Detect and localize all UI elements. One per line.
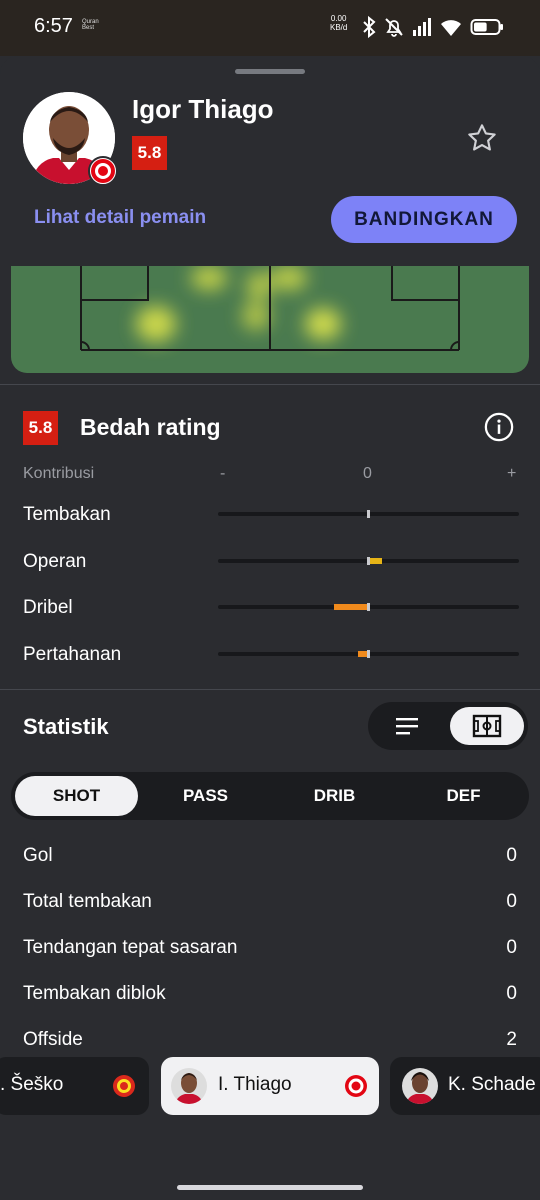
info-icon[interactable] [484, 412, 514, 442]
list-view-icon[interactable] [392, 714, 422, 738]
view-toggle [368, 702, 528, 750]
brentford-crest-icon [345, 1075, 367, 1097]
gesture-bar [177, 1185, 363, 1190]
stat-row-offside: Offside 2 [23, 1029, 517, 1059]
rating-bar-label: Operan [23, 551, 87, 572]
stat-label: Total tembakan [23, 891, 152, 912]
player-card-avatar [171, 1068, 207, 1104]
drag-handle[interactable] [235, 69, 305, 74]
stat-row-goals: Gol 0 [23, 845, 517, 875]
signal-icon [413, 18, 431, 36]
scale-plus: + [507, 465, 517, 482]
tab-drib[interactable]: DRIB [273, 776, 396, 816]
rating-bar-label: Pertahanan [23, 644, 122, 665]
net-speed: 0.00 KB/d [330, 14, 348, 32]
brentford-crest-icon [88, 156, 118, 186]
wifi-icon [441, 20, 461, 36]
player-sheet: Igor Thiago 5.8 Lihat detail pemain BAND… [0, 56, 540, 1200]
divider [0, 689, 540, 690]
heatmap-pitch [11, 266, 529, 373]
rating-bar-fill [370, 558, 382, 564]
player-card-schade[interactable]: K. Schade [390, 1057, 540, 1115]
statistics-title: Statistik [23, 714, 109, 739]
status-bar: 6:57 Quran Best 0.00 KB/d [0, 0, 540, 56]
rating-bar-fill [334, 604, 367, 610]
battery-icon [470, 19, 503, 35]
rating-breakdown-title: Bedah rating [80, 414, 221, 440]
rating-bar-zero-tick [367, 650, 370, 658]
stat-value: 0 [506, 891, 517, 912]
tab-pass[interactable]: PASS [144, 776, 267, 816]
player-card-name: I. Thiago [218, 1074, 292, 1095]
rating-bar-zero-tick [367, 510, 370, 518]
tab-shot[interactable]: SHOT [15, 776, 138, 816]
player-card-name: . Šeško [0, 1074, 64, 1095]
rating-bar-zero-tick [367, 557, 370, 565]
stat-value: 2 [506, 1029, 517, 1050]
stats-tabbar: SHOT PASS DRIB DEF [11, 772, 529, 820]
pitch-view-icon [472, 714, 502, 738]
stat-label: Offside [23, 1029, 83, 1050]
star-icon[interactable] [466, 122, 498, 154]
status-time: 6:57 [34, 15, 73, 37]
player-card-name: K. Schade [448, 1074, 536, 1095]
bluetooth-icon [363, 15, 376, 39]
stat-label: Gol [23, 845, 53, 866]
stat-value: 0 [506, 845, 517, 866]
scale-zero: 0 [363, 465, 372, 482]
player-card-sesko[interactable]: . Šeško [0, 1057, 149, 1115]
rating-bar-fill [358, 651, 367, 657]
scale-minus: - [220, 465, 226, 482]
rating-bar-track [218, 603, 519, 611]
player-card-avatar [402, 1068, 438, 1104]
rating-bar-track [218, 557, 519, 565]
rating-bar-label: Dribel [23, 597, 73, 618]
player-detail-link[interactable]: Lihat detail pemain [34, 207, 206, 229]
tab-def[interactable]: DEF [402, 776, 525, 816]
breakdown-rating-badge: 5.8 [23, 411, 58, 445]
quran-app-icon: Quran Best [82, 19, 99, 31]
stat-label: Tendangan tepat sasaran [23, 937, 238, 958]
player-name: Igor Thiago [132, 94, 274, 124]
compare-button[interactable]: BANDINGKAN [331, 196, 517, 243]
stat-value: 0 [506, 983, 517, 1004]
contribution-label: Kontribusi [23, 465, 95, 482]
stat-label: Tembakan diblok [23, 983, 166, 1004]
rating-bar-zero-tick [367, 603, 370, 611]
mute-icon [385, 18, 403, 37]
man-united-crest-icon [113, 1075, 135, 1097]
player-card-thiago[interactable]: I. Thiago [161, 1057, 379, 1115]
rating-bar-track [218, 510, 519, 518]
rating-bar-label: Tembakan [23, 504, 111, 525]
pitch-view-button[interactable] [450, 707, 524, 745]
stat-value: 0 [506, 937, 517, 958]
divider [0, 384, 540, 385]
player-rating-badge: 5.8 [132, 136, 167, 170]
stat-row-total-shots: Total tembakan 0 [23, 891, 517, 921]
rating-bar-track [218, 650, 519, 658]
stat-row-shots-on-target: Tendangan tepat sasaran 0 [23, 937, 517, 967]
stat-row-blocked-shots: Tembakan diblok 0 [23, 983, 517, 1013]
